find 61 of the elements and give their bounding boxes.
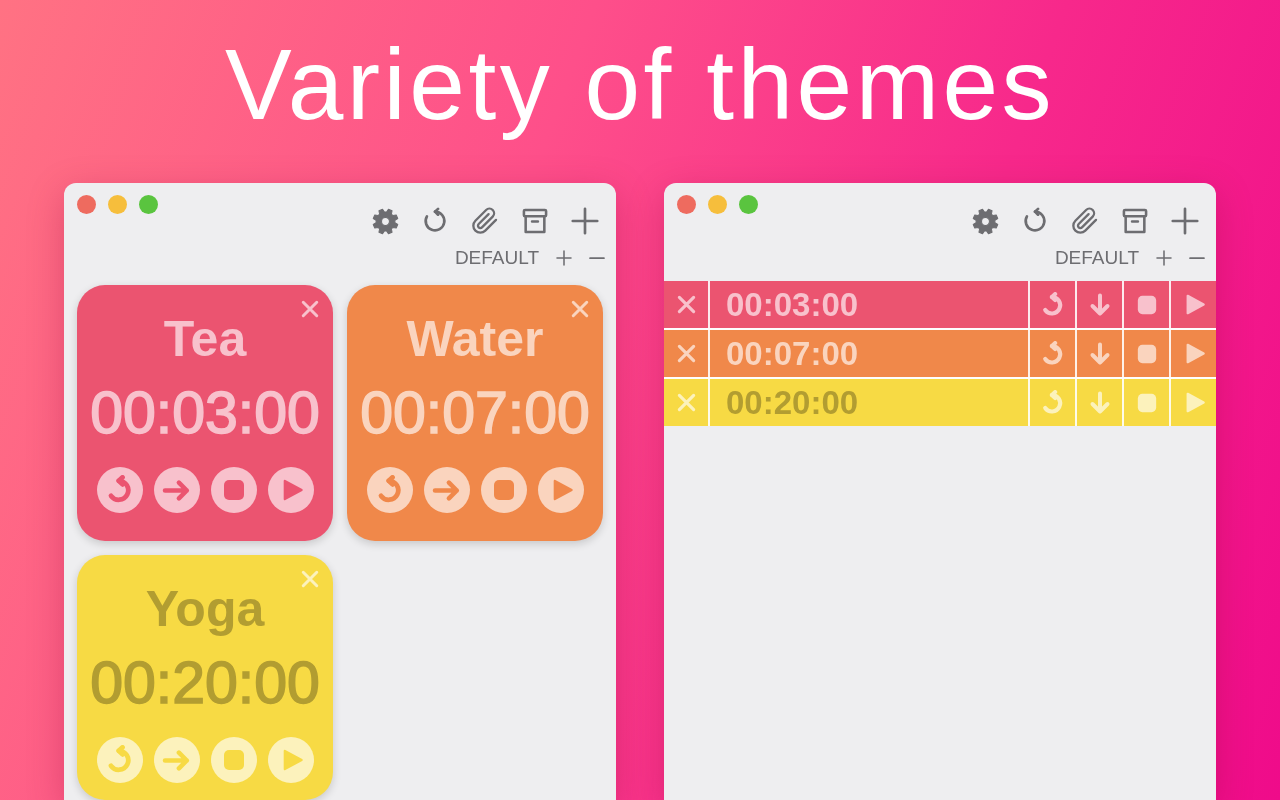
stop-button[interactable] — [480, 467, 527, 513]
paperclip-icon[interactable] — [1071, 207, 1099, 235]
stop-button[interactable] — [210, 737, 257, 783]
headline: Variety of themes — [224, 27, 1056, 142]
add-profile-icon[interactable] — [556, 250, 572, 266]
play-icon — [1184, 390, 1206, 415]
stop-icon — [221, 478, 246, 502]
close-icon[interactable] — [571, 300, 589, 318]
stop-icon — [1135, 391, 1158, 414]
timer-time: 00:07:00 — [726, 333, 859, 374]
paperclip-icon[interactable] — [471, 207, 499, 235]
close-icon — [676, 393, 696, 412]
stop-icon — [1135, 342, 1158, 365]
profile-label[interactable]: DEFAULT — [1054, 248, 1139, 268]
stop-icon — [221, 748, 246, 772]
play-icon — [281, 747, 304, 773]
timer-name: Yoga — [145, 581, 265, 638]
close-icon[interactable] — [301, 300, 319, 318]
minimize-dot-icon[interactable] — [108, 195, 127, 214]
settings-icon[interactable] — [972, 208, 999, 235]
next-button[interactable] — [153, 467, 200, 513]
close-dot-icon[interactable] — [677, 195, 696, 214]
refresh-icon[interactable] — [1021, 207, 1049, 235]
close-icon — [676, 295, 696, 314]
stop-icon — [1135, 293, 1158, 316]
remove-profile-icon[interactable] — [589, 256, 605, 260]
restart-button[interactable] — [366, 467, 413, 513]
timer-name: Water — [406, 311, 544, 368]
close-icon — [676, 344, 696, 363]
play-button[interactable] — [267, 467, 314, 513]
next-button[interactable] — [423, 467, 470, 513]
archive-box-icon[interactable] — [521, 207, 549, 235]
timer-time: 00:03:00 — [726, 284, 859, 325]
timer-time: 00:20:00 — [90, 650, 320, 717]
stop-icon — [491, 478, 516, 502]
settings-icon[interactable] — [372, 208, 399, 235]
add-icon[interactable] — [1171, 207, 1199, 235]
timer-time: 00:07:00 — [360, 380, 590, 447]
remove-profile-icon[interactable] — [1189, 256, 1205, 260]
play-button[interactable] — [537, 467, 584, 513]
play-icon — [551, 477, 574, 503]
timer-time: 00:03:00 — [90, 380, 320, 447]
zoom-dot-icon[interactable] — [739, 195, 758, 214]
archive-box-icon[interactable] — [1121, 207, 1149, 235]
profile-label[interactable]: DEFAULT — [454, 248, 539, 268]
restart-button[interactable] — [96, 737, 143, 783]
refresh-icon[interactable] — [421, 207, 449, 235]
zoom-dot-icon[interactable] — [139, 195, 158, 214]
restart-button[interactable] — [96, 467, 143, 513]
play-icon — [1184, 341, 1206, 366]
add-icon[interactable] — [571, 207, 599, 235]
close-dot-icon[interactable] — [77, 195, 96, 214]
stop-button[interactable] — [210, 467, 257, 513]
next-button[interactable] — [153, 737, 200, 783]
timer-time: 00:20:00 — [726, 382, 859, 423]
play-button[interactable] — [267, 737, 314, 783]
minimize-dot-icon[interactable] — [708, 195, 727, 214]
add-profile-icon[interactable] — [1156, 250, 1172, 266]
play-icon — [281, 477, 304, 503]
play-icon — [1184, 292, 1206, 317]
timer-name: Tea — [163, 311, 247, 368]
